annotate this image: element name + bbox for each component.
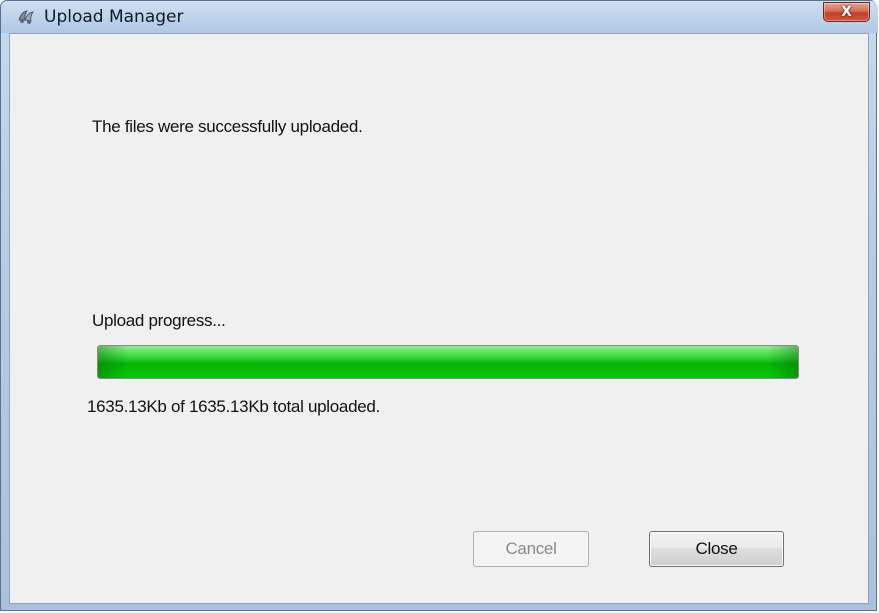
window-close-button[interactable]: X bbox=[823, 2, 870, 22]
close-icon: X bbox=[841, 4, 852, 20]
progress-label: Upload progress... bbox=[92, 311, 226, 330]
cancel-button[interactable]: Cancel bbox=[473, 531, 589, 567]
window-title: Upload Manager bbox=[44, 7, 184, 27]
close-button[interactable]: Close bbox=[649, 531, 784, 567]
upload-progress-bar bbox=[97, 345, 799, 379]
progress-status-text: 1635.13Kb of 1635.13Kb total uploaded. bbox=[87, 397, 380, 416]
title-bar[interactable]: Upload Manager X bbox=[1, 1, 878, 33]
dialog-body: The files were successfully uploaded. Up… bbox=[9, 33, 869, 604]
upload-manager-window: Upload Manager X The files were successf… bbox=[0, 0, 878, 611]
upload-progress-fill bbox=[98, 346, 798, 378]
upload-manager-icon bbox=[17, 8, 37, 26]
status-message: The files were successfully uploaded. bbox=[92, 117, 363, 136]
